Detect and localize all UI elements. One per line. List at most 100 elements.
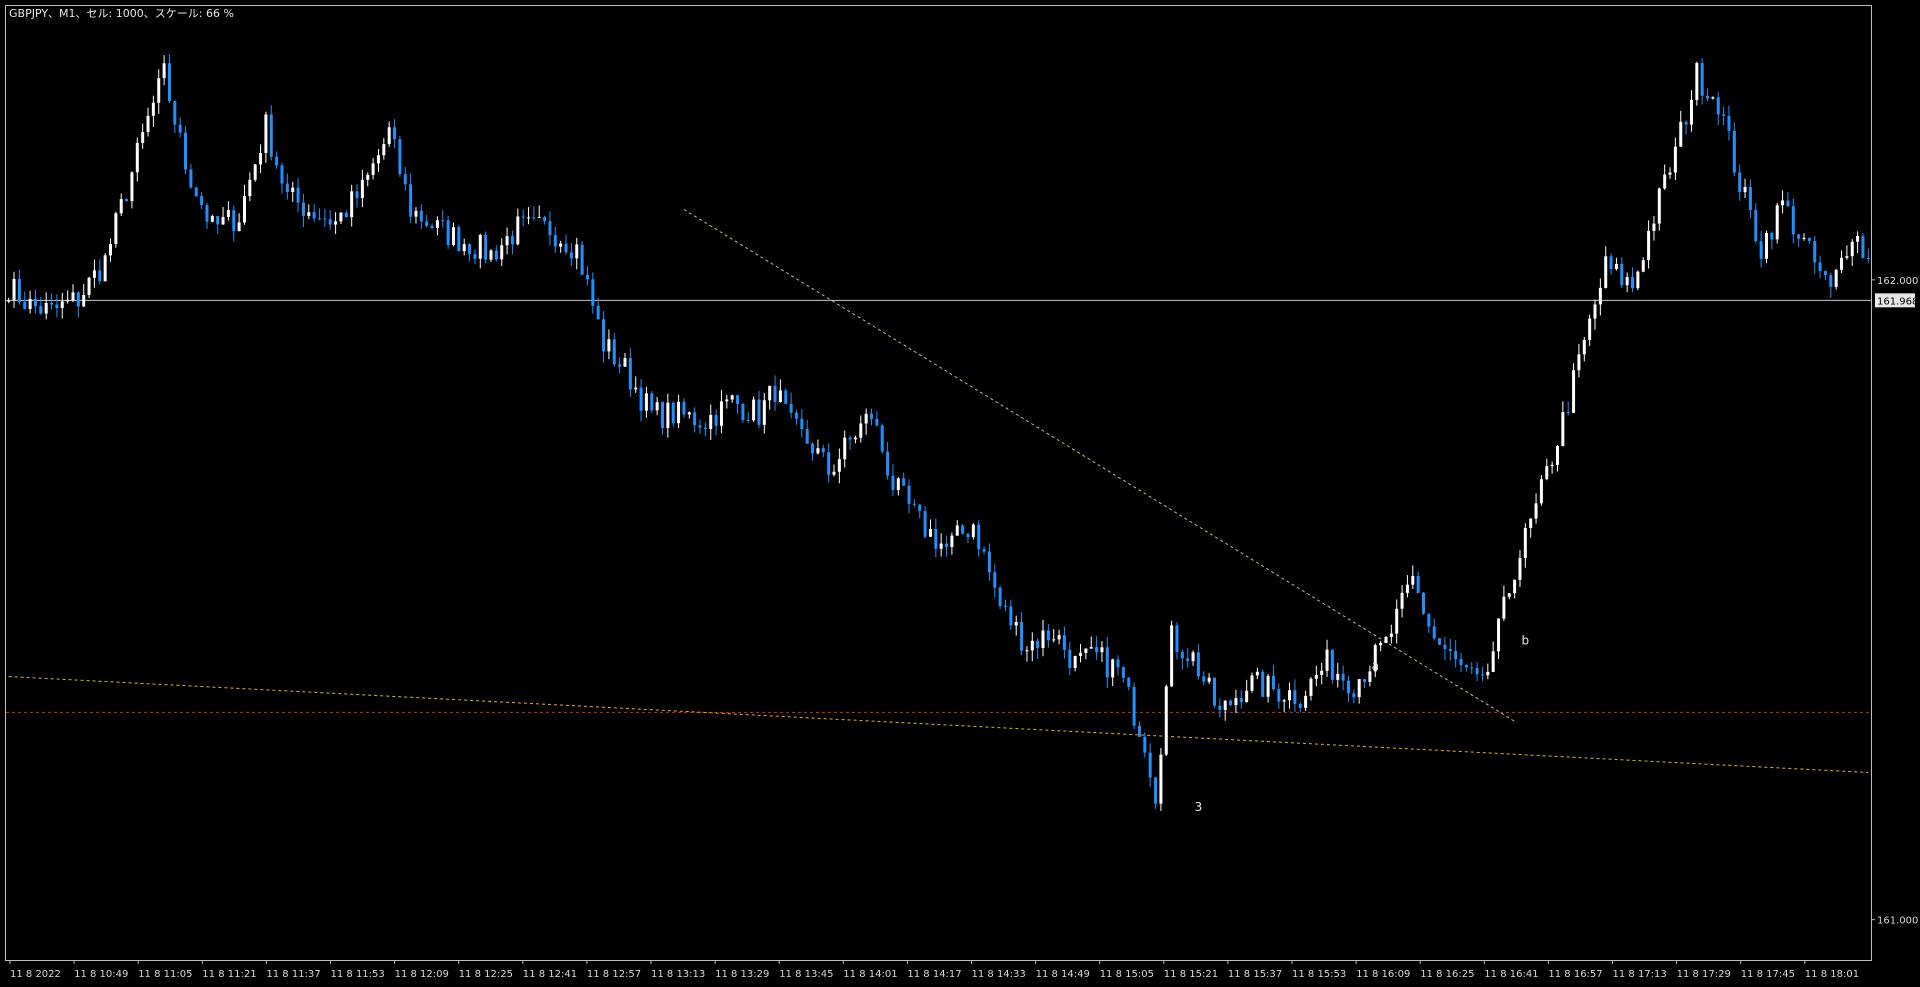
x-tick-label: 11 8 13:13	[651, 969, 705, 980]
candle-body	[1480, 674, 1484, 676]
x-tick-label: 11 8 17:13	[1613, 969, 1667, 980]
candle	[1164, 684, 1168, 757]
x-tick-label: 11 8 18:01	[1805, 969, 1859, 980]
candle-body	[623, 358, 627, 367]
candle-body	[430, 225, 434, 228]
candle-body	[1716, 97, 1720, 115]
y-tick-label: 161.000	[1877, 916, 1918, 927]
candle-body	[1604, 256, 1608, 288]
candle-body	[269, 114, 273, 157]
candle	[184, 126, 188, 174]
candle	[1572, 363, 1576, 414]
candle-body	[1314, 674, 1318, 679]
x-tick-label: 11 8 13:45	[779, 969, 833, 980]
candle-body	[1572, 370, 1576, 413]
candle-body	[559, 243, 563, 247]
candle-body	[1738, 172, 1742, 193]
candle	[1695, 61, 1699, 106]
candle-body	[473, 253, 477, 259]
candle	[752, 396, 756, 422]
candle-body	[1170, 625, 1174, 687]
wave-label: b	[1522, 634, 1530, 648]
candle	[961, 524, 965, 535]
candle-body	[489, 250, 493, 260]
candle-body	[650, 393, 654, 411]
candle-body	[548, 221, 552, 236]
candle-body	[55, 304, 59, 309]
candle-body	[505, 236, 509, 246]
candle	[87, 276, 91, 299]
candle-body	[1105, 647, 1109, 678]
candle	[1636, 270, 1640, 291]
candle-body	[184, 132, 188, 170]
candle-body	[1614, 263, 1618, 270]
candle-body	[435, 220, 439, 228]
candle-body	[886, 451, 890, 476]
candle-body	[1582, 339, 1586, 355]
candle-body	[387, 127, 391, 145]
candle-body	[1754, 210, 1758, 242]
candle-body	[1341, 673, 1345, 681]
x-tick-label: 11 8 12:09	[395, 969, 449, 980]
candle-body	[1850, 241, 1854, 257]
candle-body	[923, 510, 927, 537]
candle-body	[1196, 652, 1200, 677]
candle	[1539, 475, 1543, 506]
candle-body	[462, 244, 466, 252]
candle-body	[1073, 655, 1077, 668]
x-tick-label: 11 8 14:33	[972, 969, 1026, 980]
candle-body	[1722, 114, 1726, 116]
candle-body	[328, 219, 332, 225]
candle-body	[596, 305, 600, 320]
candle-body	[60, 301, 64, 309]
candle-body	[146, 115, 150, 133]
candle-body	[527, 217, 531, 219]
candle-body	[918, 504, 922, 511]
candle-body	[1095, 647, 1099, 653]
candle-body	[1625, 277, 1629, 286]
candle-body	[1309, 678, 1313, 696]
candle-body	[1689, 99, 1693, 125]
chart-canvas[interactable]: 3 a b GBPJPY、M1、セル: 1000、スケール: 66 % 162.00…	[0, 0, 1920, 987]
candle-body	[98, 270, 102, 282]
candle-body	[591, 279, 595, 306]
candle-body	[1020, 621, 1024, 651]
candle-body	[1732, 130, 1736, 173]
x-tick-label: 11 8 16:09	[1356, 969, 1410, 980]
candle-body	[902, 478, 906, 486]
candle-body	[350, 191, 354, 218]
candle-body	[977, 524, 981, 550]
candle-body	[1545, 466, 1549, 480]
candle-body	[403, 174, 407, 185]
candle-body	[1711, 97, 1715, 99]
candle	[457, 225, 461, 252]
candle-body	[494, 250, 498, 260]
candle-body	[194, 187, 198, 197]
x-tick-label: 11 8 14:17	[907, 969, 961, 980]
candle-body	[1229, 700, 1233, 706]
candle-body	[1298, 703, 1302, 708]
candle-body	[837, 459, 841, 472]
candle-body	[1550, 464, 1554, 467]
candle-body	[1288, 690, 1292, 701]
candle-body	[896, 478, 900, 491]
candle-body	[141, 132, 145, 143]
candle-body	[1523, 527, 1527, 558]
candle-body	[1046, 630, 1050, 641]
x-tick-label: 11 8 17:29	[1677, 969, 1731, 980]
candle-body	[655, 402, 659, 411]
candle-body	[468, 244, 472, 254]
candle-body	[510, 236, 514, 245]
candle-body	[232, 210, 236, 232]
candle-body	[376, 155, 380, 164]
candle	[1159, 748, 1163, 811]
x-tick-label: 11 8 14:49	[1036, 969, 1090, 980]
candle-body	[125, 199, 129, 202]
candle-body	[1384, 636, 1388, 643]
candle-body	[1218, 705, 1222, 710]
candle-body	[1025, 650, 1029, 652]
candle-body	[987, 551, 991, 573]
candle-body	[1154, 777, 1158, 804]
candle-body	[1518, 557, 1522, 580]
candle-body	[1116, 659, 1120, 668]
